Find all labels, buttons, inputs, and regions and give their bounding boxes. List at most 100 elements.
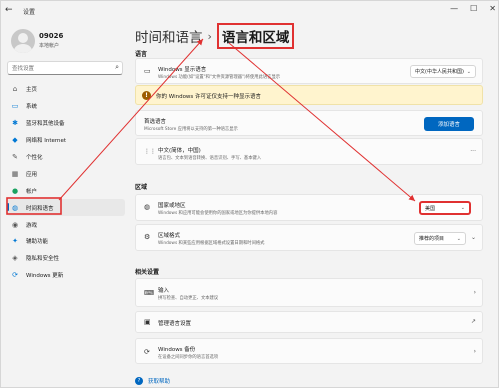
- section-region: 区域: [135, 184, 148, 191]
- section-related: 相关设置: [135, 269, 160, 276]
- bluetooth-icon: ✱: [12, 119, 18, 128]
- sidebar-item-label: 游戏: [26, 222, 38, 229]
- chinese-language-row[interactable]: ⋮⋮ 中文(简体，中国) 语言包、文本到语音转换、语音识别、手写、基本键入 ··…: [135, 138, 483, 165]
- country-region-title: 国家或地区: [158, 203, 186, 209]
- breadcrumb-separator: ›: [207, 29, 212, 43]
- regional-format-subtitle: Windows 和某些应用根据区域格式设置日期和时间格式: [158, 241, 265, 246]
- sidebar-item-label: 辅助功能: [26, 239, 49, 246]
- sidebar-item[interactable]: ⌂ 主页: [7, 81, 125, 98]
- sidebar-item-label: 隐私和安全性: [26, 256, 60, 263]
- display-language-row: ▭ Windows 显示语言 Windows 功能(如"设置"和"文件资源管理器…: [135, 58, 483, 84]
- display-language-title: Windows 显示语言: [158, 67, 207, 73]
- sidebar-item-label: 应用: [26, 171, 38, 178]
- pen-icon: ✎: [12, 153, 18, 161]
- sidebar-item[interactable]: ▭ 系统: [7, 98, 125, 115]
- sidebar-item[interactable]: ✎ 个性化: [7, 149, 125, 166]
- page-title: 语言和区域: [216, 23, 295, 49]
- home-icon: ⌂: [12, 85, 18, 94]
- sidebar-item-label: 网络和 Internet: [26, 138, 67, 145]
- sidebar-item[interactable]: ◉ 游戏: [7, 216, 125, 233]
- sidebar-item[interactable]: ✱ 蓝牙和其他设备: [7, 115, 125, 132]
- apps-icon: ▦: [11, 169, 19, 178]
- admin-icon: ▣: [144, 318, 151, 326]
- display-language-dropdown[interactable]: 中文(中华人民共和国) ⌄: [410, 65, 476, 78]
- search-input[interactable]: [12, 63, 107, 74]
- display-language-value: 中文(中华人民共和国): [415, 69, 464, 75]
- minimize-button[interactable]: —: [450, 4, 458, 13]
- chevron-down-icon[interactable]: ⌄: [471, 234, 476, 241]
- external-link-icon: ↗: [470, 318, 476, 325]
- app-title: 设置: [23, 9, 36, 16]
- sidebar-item-label: Windows 更新: [26, 273, 64, 280]
- search-icon[interactable]: ⌕: [115, 63, 119, 72]
- window-controls: — ☐ ✕: [450, 4, 496, 13]
- warning-text: 你的 Windows 许可证仅支持一种显示语言: [156, 94, 262, 100]
- preferred-language-row: 首选语言 Microsoft Store 应用将以支持的第一种语言显示 添加语言: [135, 110, 483, 136]
- country-region-subtitle: Windows 和应用可能会使用你的国家或地区为你提供本地内容: [158, 211, 278, 216]
- windows-backup-title: Windows 备份: [158, 347, 196, 353]
- sidebar-item[interactable]: ✦ 辅助功能: [7, 233, 125, 250]
- title-bar: ← 设置 — ☐ ✕: [1, 1, 499, 21]
- wifi-icon: ◆: [12, 136, 18, 145]
- preferred-language-subtitle: Microsoft Store 应用将以支持的第一种语言显示: [144, 127, 238, 132]
- maximize-button[interactable]: ☐: [470, 4, 477, 13]
- search-box[interactable]: ⌕: [7, 61, 123, 75]
- sidebar-item[interactable]: ◍ 时间和语言: [7, 199, 125, 217]
- chevron-down-icon: ⌄: [466, 68, 471, 75]
- country-region-value: 美国: [425, 205, 436, 212]
- country-region-dropdown[interactable]: 美国 ⌄: [419, 201, 471, 215]
- info-icon: !: [142, 91, 151, 100]
- user-name: 09026: [39, 32, 64, 40]
- get-help-link[interactable]: ? 获取帮助: [135, 377, 170, 385]
- drag-handle-icon[interactable]: ⋮⋮: [144, 148, 156, 155]
- breadcrumb-parent[interactable]: 时间和语言: [135, 26, 203, 46]
- accessibility-icon: ✦: [12, 237, 18, 246]
- account-type: 本地帐户: [39, 43, 60, 49]
- person-icon: ●: [11, 186, 19, 195]
- settings-window: ← 设置 — ☐ ✕ 09026 本地帐户 ⌕ ⌂ 主页 ▭ 系统 ✱ 蓝牙和其他设备 ◆ 网…: [0, 0, 499, 388]
- monitor-icon: ▭: [11, 102, 19, 111]
- format-icon: ⚙: [144, 233, 151, 241]
- globe-clock-icon: ◍: [11, 203, 19, 212]
- get-help-label: 获取帮助: [148, 379, 171, 385]
- keyboard-icon: ⌨: [144, 289, 155, 297]
- section-language: 语言: [135, 51, 148, 58]
- sidebar-item-label: 系统: [26, 104, 38, 111]
- add-language-button[interactable]: 添加语言: [424, 117, 474, 131]
- avatar[interactable]: [11, 29, 35, 53]
- sidebar-item[interactable]: ◆ 网络和 Internet: [7, 132, 125, 149]
- preferred-language-title: 首选语言: [144, 119, 167, 125]
- sidebar-item[interactable]: ▦ 应用: [7, 165, 125, 182]
- chevron-right-icon: ›: [473, 348, 476, 355]
- help-icon: ?: [135, 377, 143, 385]
- admin-language-row[interactable]: ▣ 管理语言设置 ↗: [135, 311, 483, 333]
- windows-backup-row[interactable]: ⟳ Windows 备份 在设备之间同步你的语言首选项 ›: [135, 338, 483, 364]
- more-options-button[interactable]: ···: [470, 148, 476, 155]
- backup-icon: ⟳: [144, 348, 150, 356]
- breadcrumb: 时间和语言 › 语言和区域: [135, 23, 295, 49]
- monitor-icon: ▭: [144, 67, 151, 75]
- regional-format-row: ⚙ 区域格式 Windows 和某些应用根据区域格式设置日期和时间格式 推荐的项…: [135, 224, 483, 251]
- sidebar-item[interactable]: ◈ 隐私和安全性: [7, 250, 125, 267]
- sidebar-item-label: 帐户: [26, 188, 38, 195]
- sidebar-item-label: 主页: [26, 87, 38, 94]
- sidebar-item[interactable]: ● 帐户: [7, 182, 125, 199]
- gamepad-icon: ◉: [11, 220, 19, 229]
- admin-language-title: 管理语言设置: [158, 321, 192, 327]
- chinese-language-title: 中文(简体，中国): [158, 148, 201, 154]
- typing-row[interactable]: ⌨ 输入 拼写检查、自动更正、文本建议 ›: [135, 278, 483, 307]
- chinese-language-subtitle: 语言包、文本到语音转换、语音识别、手写、基本键入: [158, 156, 262, 161]
- typing-title: 输入: [158, 288, 170, 294]
- windows-backup-subtitle: 在设备之间同步你的语言首选项: [158, 355, 219, 360]
- shield-icon: ◈: [12, 254, 18, 263]
- sidebar-item[interactable]: ⟳ Windows 更新: [7, 267, 125, 284]
- regional-format-dropdown[interactable]: 推荐的项目 ⌄: [414, 232, 466, 245]
- globe-icon: ◍: [144, 203, 151, 211]
- back-arrow-icon[interactable]: ←: [5, 5, 13, 15]
- chevron-right-icon: ›: [473, 289, 476, 296]
- display-language-subtitle: Windows 功能(如"设置"和"文件资源管理器")将使用此语言显示: [158, 75, 281, 80]
- chevron-down-icon: ⌄: [456, 235, 461, 242]
- close-button[interactable]: ✕: [489, 4, 496, 13]
- sidebar-item-label: 蓝牙和其他设备: [26, 121, 65, 128]
- country-region-row: ◍ 国家或地区 Windows 和应用可能会使用你的国家或地区为你提供本地内容 …: [135, 194, 483, 221]
